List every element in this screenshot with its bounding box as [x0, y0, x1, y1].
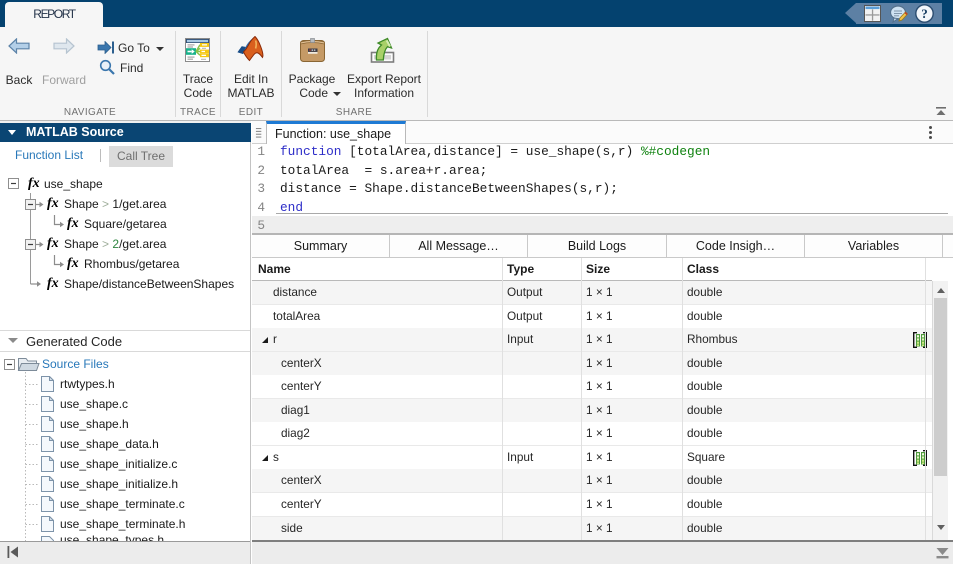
svg-text:?: ? — [921, 6, 928, 21]
